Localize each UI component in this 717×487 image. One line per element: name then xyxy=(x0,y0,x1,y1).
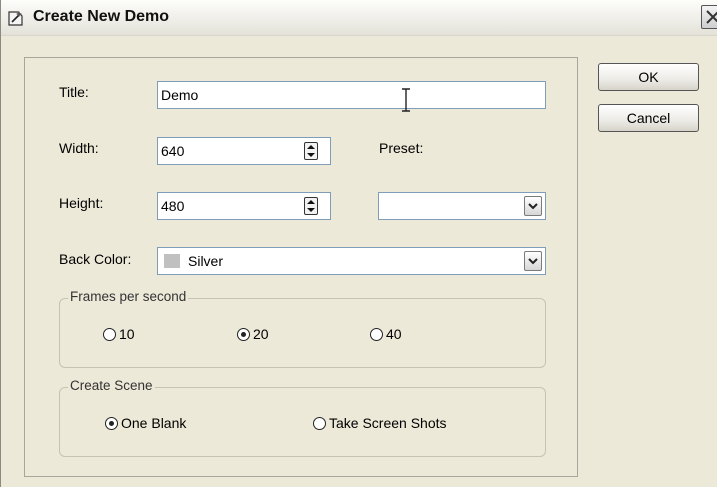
scene-radio-one-blank[interactable]: One Blank xyxy=(105,415,186,431)
fps-option-label: 10 xyxy=(119,326,135,342)
close-button[interactable] xyxy=(701,5,717,29)
title-input-box[interactable] xyxy=(157,81,546,109)
back-color-value: Silver xyxy=(188,253,224,269)
color-swatch xyxy=(164,254,180,268)
preset-label: Preset: xyxy=(379,140,424,156)
fps-radio-40[interactable]: 40 xyxy=(370,326,402,342)
scene-option-label: Take Screen Shots xyxy=(329,415,447,431)
width-field[interactable] xyxy=(157,137,331,165)
height-spinner[interactable] xyxy=(304,197,318,215)
spinner-icon xyxy=(307,200,315,212)
radio-button[interactable] xyxy=(103,327,116,341)
radio-button[interactable] xyxy=(370,327,383,341)
width-label: Width: xyxy=(59,140,99,156)
fps-radio-10[interactable]: 10 xyxy=(103,326,135,342)
fps-option-label: 40 xyxy=(386,326,402,342)
radio-button-selected[interactable] xyxy=(105,416,118,430)
chevron-down-icon xyxy=(528,203,538,210)
fps-option-label: 20 xyxy=(253,326,269,342)
scene-radio-take-screen-shots[interactable]: Take Screen Shots xyxy=(313,415,447,431)
height-label: Height: xyxy=(59,195,104,211)
wand-icon xyxy=(8,11,23,26)
text-cursor-icon xyxy=(402,88,410,112)
ok-button[interactable]: OK xyxy=(598,63,699,91)
back-color-label: Back Color: xyxy=(59,251,132,267)
create-new-demo-dialog: Create New Demo Title: Width: Preset: He… xyxy=(0,0,717,487)
radio-button-selected[interactable] xyxy=(237,327,250,341)
chevron-down-icon xyxy=(528,258,538,265)
back-color-dropdown[interactable]: Silver xyxy=(157,247,546,275)
cancel-button[interactable]: Cancel xyxy=(598,104,699,132)
title-bar[interactable]: Create New Demo xyxy=(1,0,717,36)
height-field[interactable] xyxy=(157,192,331,220)
title-input[interactable] xyxy=(158,82,545,108)
fps-group-label: Frames per second xyxy=(68,289,189,304)
spinner-icon xyxy=(307,145,315,157)
width-spinner[interactable] xyxy=(304,142,318,160)
fps-radio-20[interactable]: 20 xyxy=(237,326,269,342)
radio-button[interactable] xyxy=(313,416,326,430)
preset-dropdown-button[interactable] xyxy=(524,196,542,216)
create-scene-group-label: Create Scene xyxy=(68,378,155,393)
title-label: Title: xyxy=(59,84,89,100)
close-icon xyxy=(706,10,717,24)
scene-option-label: One Blank xyxy=(121,415,187,431)
preset-dropdown[interactable] xyxy=(378,192,546,220)
dialog-title: Create New Demo xyxy=(33,8,170,25)
back-color-dropdown-button[interactable] xyxy=(524,251,542,271)
